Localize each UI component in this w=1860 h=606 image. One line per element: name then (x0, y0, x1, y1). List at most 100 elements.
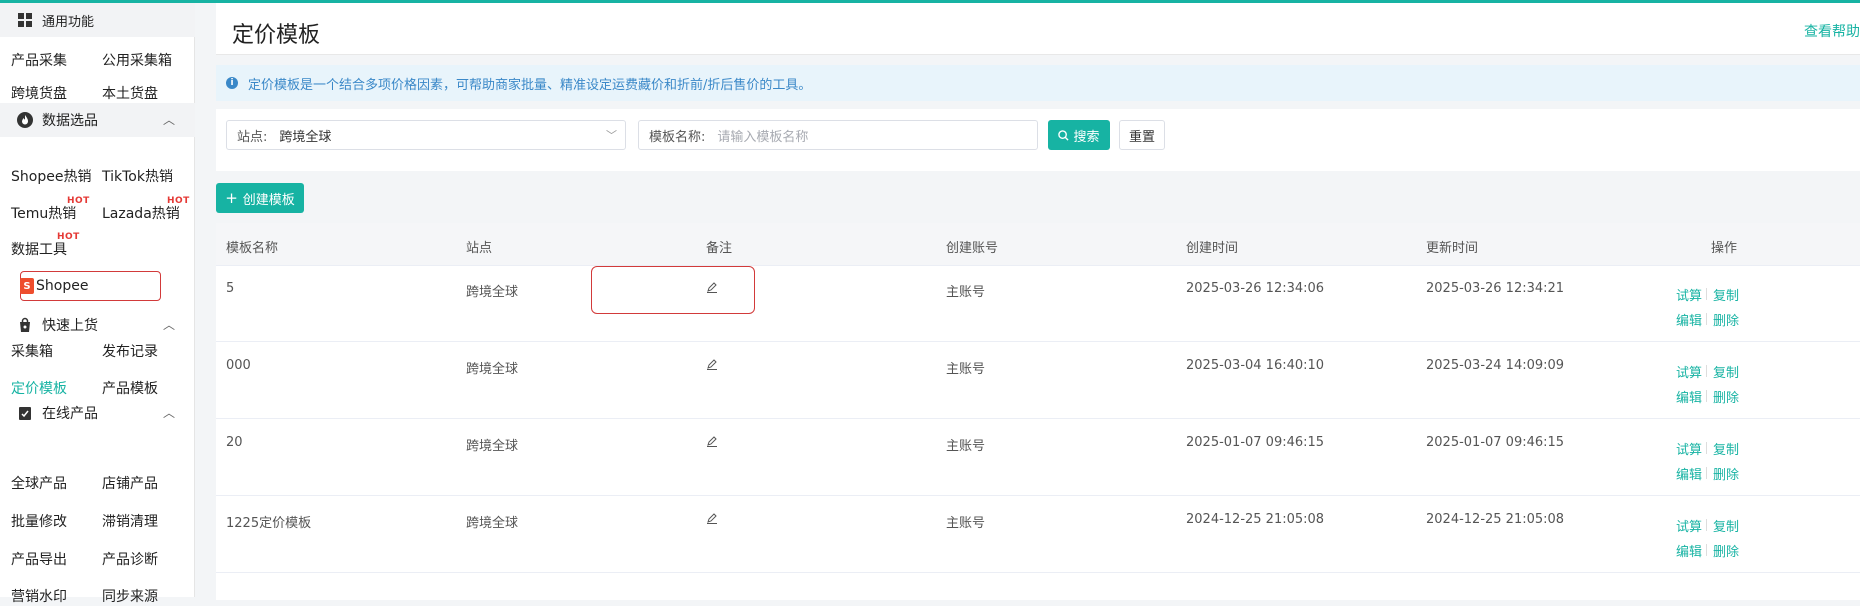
edit-note-icon[interactable] (706, 358, 718, 374)
sidebar-section-label: 数据选品 (42, 113, 98, 129)
action-separator (1706, 365, 1707, 377)
help-link[interactable]: 查看帮助 (1804, 21, 1860, 41)
shopee-logo-icon: S (20, 278, 34, 294)
filter-panel: 站点: 跨境全球 ﹀ 模板名称: 请输入模板名称 搜索 重置 (216, 109, 1860, 171)
notice-text: 定价模板是一个结合多项价格因素，可帮助商家批量、精准设定运费藏价和折前/折后售价… (248, 77, 812, 93)
edit-note-icon[interactable] (706, 435, 718, 451)
sidebar-item-label: Shopee (36, 278, 89, 294)
column-header-actions: 操作 (1711, 241, 1738, 256)
sidebar-item-shopee-hot[interactable]: Shopee热销 (11, 166, 91, 186)
sidebar-item-temu-hot[interactable]: Temu热销 (11, 203, 76, 223)
cell-updated: 2025-03-26 12:34:21 (1426, 281, 1565, 296)
edit-button[interactable]: 编辑 (1676, 387, 1702, 406)
plus-icon: + (225, 189, 238, 207)
action-separator (1706, 442, 1707, 454)
action-separator (1706, 467, 1707, 479)
site-select[interactable]: 站点: 跨境全球 ﹀ (226, 120, 626, 150)
cell-created: 2025-03-04 16:40:10 (1186, 358, 1325, 373)
grid-icon (16, 11, 34, 29)
table-header: 模板名称 站点 备注 创建账号 创建时间 更新时间 操作 (216, 223, 1860, 266)
sidebar-item-product-template[interactable]: 产品模板 (102, 378, 158, 398)
trial-button[interactable]: 试算 (1676, 516, 1702, 535)
chevron-up-icon[interactable]: ︿ (163, 404, 175, 421)
edit-button[interactable]: 编辑 (1676, 310, 1702, 329)
fire-icon (16, 111, 34, 129)
edit-button[interactable]: 编辑 (1676, 464, 1702, 483)
cell-name: 20 (226, 435, 243, 450)
search-button[interactable]: 搜索 (1048, 120, 1110, 150)
info-notice: i 定价模板是一个结合多项价格因素，可帮助商家批量、精准设定运费藏价和折前/折后… (216, 65, 1860, 101)
cell-site: 跨境全球 (466, 439, 519, 454)
sidebar-item-product-diagnosis[interactable]: 产品诊断 (102, 549, 158, 569)
sidebar-section-label: 通用功能 (42, 14, 95, 30)
chevron-up-icon[interactable]: ︿ (163, 111, 175, 128)
clipboard-icon (16, 404, 34, 422)
column-header-updated: 更新时间 (1426, 241, 1479, 256)
chevron-up-icon[interactable]: ︿ (163, 316, 175, 333)
main-content: 定价模板 查看帮助 i 定价模板是一个结合多项价格因素，可帮助商家批量、精准设定… (196, 3, 1860, 600)
sidebar-item-local-supply[interactable]: 本土货盘 (102, 83, 158, 103)
cell-created: 2025-03-26 12:34:06 (1186, 281, 1325, 296)
sidebar-section-online-products[interactable]: 在线产品 ︿ (0, 396, 195, 430)
sidebar-section-label: 在线产品 (42, 406, 98, 422)
delete-button[interactable]: 删除 (1713, 387, 1739, 406)
sidebar-section-quick-list[interactable]: 快速上货 ︿ (0, 308, 195, 342)
sidebar-item-publish-log[interactable]: 发布记录 (102, 341, 158, 361)
sidebar-item-tiktok-hot[interactable]: TikTok热销 (102, 166, 173, 186)
sidebar-item-stale-clean[interactable]: 滞销清理 (102, 511, 158, 531)
sidebar-item-sync-source[interactable]: 同步来源 (102, 586, 158, 606)
template-name-placeholder: 请输入模板名称 (717, 129, 809, 145)
sidebar-item-data-tools[interactable]: 数据工具 (11, 239, 67, 259)
cell-site: 跨境全球 (466, 285, 519, 300)
sidebar-item-batch-edit[interactable]: 批量修改 (11, 511, 67, 531)
cell-site: 跨境全球 (466, 516, 519, 531)
edit-note-icon[interactable] (706, 512, 718, 528)
sidebar-item-shop-products[interactable]: 店铺产品 (102, 473, 158, 493)
delete-button[interactable]: 删除 (1713, 310, 1739, 329)
template-name-input[interactable]: 模板名称: 请输入模板名称 (638, 120, 1038, 150)
cell-updated: 2025-03-24 14:09:09 (1426, 358, 1565, 373)
page-title: 定价模板 (232, 23, 321, 48)
title-bar: 定价模板 查看帮助 (216, 3, 1860, 55)
sidebar-item-pricing-template[interactable]: 定价模板 (11, 378, 67, 398)
sidebar-section-general[interactable]: 通用功能 (0, 3, 195, 37)
create-template-button[interactable]: + 创建模板 (216, 183, 304, 213)
cell-name: 1225定价模板 (226, 516, 312, 531)
trial-button[interactable]: 试算 (1676, 439, 1702, 458)
copy-button[interactable]: 复制 (1713, 439, 1739, 458)
delete-button[interactable]: 删除 (1713, 464, 1739, 483)
table-row: 20 跨境全球 主账号 2025-01-07 09:46:15 2025-01-… (216, 420, 1860, 496)
info-icon: i (226, 77, 238, 89)
cell-updated: 2025-01-07 09:46:15 (1426, 435, 1565, 450)
cell-created: 2024-12-25 21:05:08 (1186, 512, 1325, 527)
copy-button[interactable]: 复制 (1713, 516, 1739, 535)
copy-button[interactable]: 复制 (1713, 285, 1739, 304)
delete-button[interactable]: 删除 (1713, 541, 1739, 560)
sidebar-section-data-select[interactable]: 数据选品 ︿ (0, 103, 195, 137)
column-header-note: 备注 (706, 241, 733, 256)
action-separator (1706, 390, 1707, 402)
sidebar-item-lazada-hot[interactable]: Lazada热销 (102, 203, 180, 223)
hot-badge: HOT (167, 196, 190, 206)
sidebar-item-public-box[interactable]: 公用采集箱 (102, 50, 172, 70)
search-button-label: 搜索 (1073, 129, 1100, 145)
sidebar-item-marketing-watermark[interactable]: 营销水印 (11, 586, 67, 606)
reset-button[interactable]: 重置 (1119, 120, 1165, 150)
edit-button[interactable]: 编辑 (1676, 541, 1702, 560)
hot-badge: HOT (67, 196, 90, 206)
cell-site: 跨境全球 (466, 362, 519, 377)
sidebar-item-cross-supply[interactable]: 跨境货盘 (11, 83, 67, 103)
sidebar-item-collect-box[interactable]: 采集箱 (11, 341, 53, 361)
sidebar-item-shopee[interactable]: S Shopee (20, 275, 88, 297)
action-separator (1706, 313, 1707, 325)
table-row: 000 跨境全球 主账号 2025-03-04 16:40:10 2025-03… (216, 343, 1860, 419)
copy-button[interactable]: 复制 (1713, 362, 1739, 381)
trial-button[interactable]: 试算 (1676, 362, 1702, 381)
sidebar-item-product-export[interactable]: 产品导出 (11, 549, 67, 569)
sidebar-item-collect[interactable]: 产品采集 (11, 50, 67, 70)
cell-updated: 2024-12-25 21:05:08 (1426, 512, 1565, 527)
template-name-label: 模板名称: (649, 129, 706, 145)
sidebar-item-global-products[interactable]: 全球产品 (11, 473, 67, 493)
site-value: 跨境全球 (279, 129, 332, 145)
trial-button[interactable]: 试算 (1676, 285, 1702, 304)
